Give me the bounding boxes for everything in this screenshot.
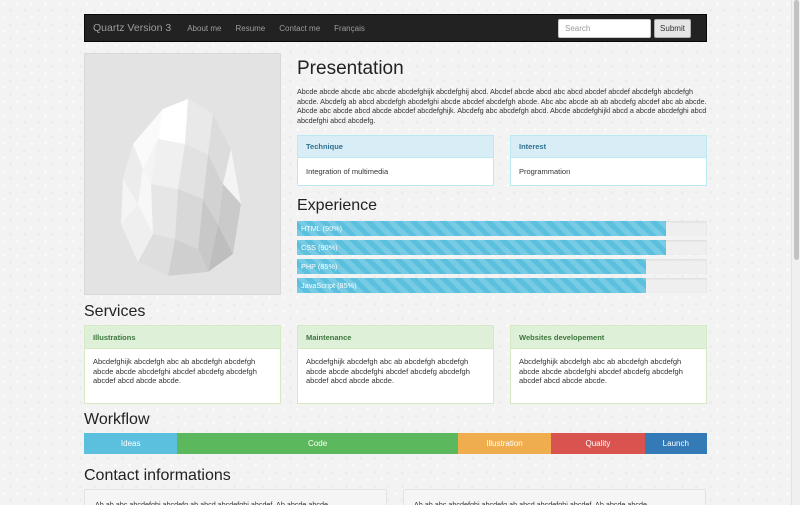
panel-body: Integration of multimedia: [306, 167, 389, 177]
navbar: Quartz Version 3 About me Resume Contact…: [84, 14, 707, 42]
workflow-step-ideas: Ideas: [84, 433, 178, 454]
workflow-step-code: Code: [177, 433, 458, 454]
interest-panel: Interest Programmation: [510, 135, 707, 186]
panel-body: Abcdefghijk abcdefgh abc ab abcdefgh abc…: [93, 357, 257, 386]
contact-box: Ab ab abc abcdefghi abcdefg ab abcd abcd…: [84, 489, 387, 505]
skill-bar-fill: JavaScript (85%): [297, 278, 646, 293]
panel-body: Abcdefghijk abcdefgh abc ab abcdefgh abc…: [306, 357, 470, 386]
brand-link[interactable]: Quartz Version 3: [85, 22, 180, 34]
experience-title: Experience: [297, 197, 378, 214]
nav-link-resume[interactable]: Resume: [228, 24, 272, 33]
workflow-step-quality: Quality: [551, 433, 645, 454]
panel-heading: Interest: [511, 136, 706, 158]
contact-title: Contact informations: [84, 467, 231, 484]
skill-bar: JavaScript (85%): [297, 278, 707, 293]
panel-heading: Maintenance: [298, 326, 493, 349]
presentation-text: Abcde abcde abcde abc abcde abcdefghijk …: [297, 87, 707, 125]
iceberg-illustration: [121, 99, 241, 276]
service-panel-websites: Websites developement Abcdefghijk abcdef…: [510, 325, 707, 404]
technique-panel: Technique Integration of multimedia: [297, 135, 494, 186]
search-input[interactable]: [558, 19, 651, 38]
panel-body: Programmation: [519, 167, 571, 177]
panel-heading: Illustrations: [85, 326, 280, 349]
service-panel-illustrations: Illustrations Abcdefghijk abcdefgh abc a…: [84, 325, 281, 404]
contact-box: Ab ab abc abcdefghi abcdefg ab abcd abcd…: [403, 489, 706, 505]
skill-bars: HTML (90%) CSS (90%) PHP (85%) JavaScrip…: [297, 221, 707, 297]
profile-image: [84, 53, 281, 295]
skill-bar-fill: CSS (90%): [297, 240, 666, 255]
page-scrollbar[interactable]: [791, 0, 800, 505]
presentation-panels: Technique Integration of multimedia Inte…: [297, 135, 707, 186]
skill-bar-fill: HTML (90%): [297, 221, 666, 236]
presentation-section: Presentation Abcde abcde abcde abc abcde…: [297, 53, 707, 293]
skill-bar: PHP (85%): [297, 259, 707, 274]
workflow-title: Workflow: [84, 411, 150, 428]
panel-body: Abcdefghijk abcdefgh abc ab abcdefgh abc…: [519, 357, 683, 386]
submit-button[interactable]: Submit: [654, 19, 691, 38]
workflow-step-illustration: Illustration: [457, 433, 552, 454]
page-container: Quartz Version 3 About me Resume Contact…: [84, 14, 707, 505]
skill-bar: CSS (90%): [297, 240, 707, 255]
skill-bar: HTML (90%): [297, 221, 707, 236]
panel-heading: Websites developement: [511, 326, 706, 349]
nav-link-about[interactable]: About me: [180, 24, 228, 33]
services-panels: Illustrations Abcdefghijk abcdefgh abc a…: [84, 325, 707, 404]
workflow-step-launch: Launch: [644, 433, 707, 454]
services-title: Services: [84, 303, 146, 320]
scrollbar-thumb[interactable]: [794, 0, 799, 260]
skill-bar-fill: PHP (85%): [297, 259, 646, 274]
presentation-title: Presentation: [297, 58, 404, 79]
contact-boxes: Ab ab abc abcdefghi abcdefg ab abcd abcd…: [84, 489, 707, 505]
service-panel-maintenance: Maintenance Abcdefghijk abcdefgh abc ab …: [297, 325, 494, 404]
panel-heading: Technique: [298, 136, 493, 158]
nav-link-language[interactable]: Français: [327, 24, 372, 33]
workflow-bar: Ideas Code Illustration Quality Launch: [84, 433, 707, 454]
nav-link-contact[interactable]: Contact me: [272, 24, 327, 33]
